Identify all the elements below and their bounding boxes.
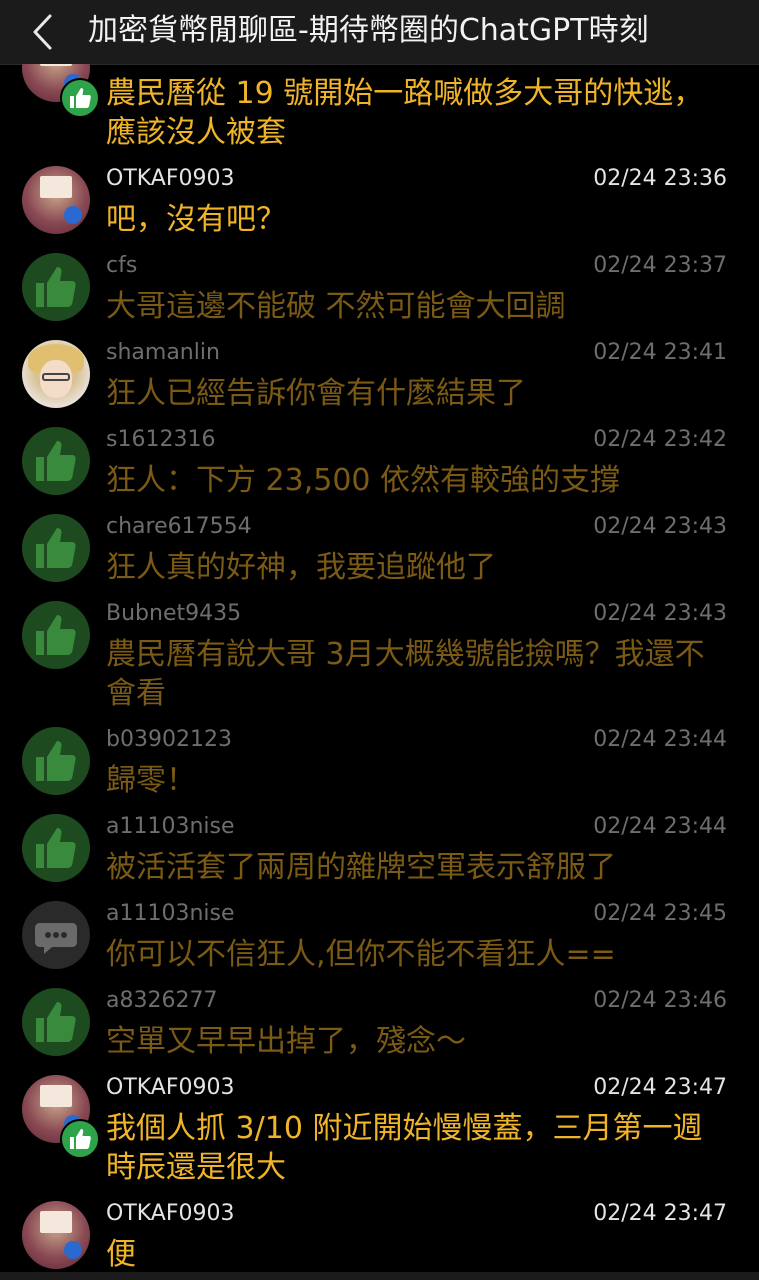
username[interactable]: a11103nise — [106, 814, 235, 840]
timestamp: 02/24 23:45 — [593, 901, 727, 926]
user-avatar[interactable] — [22, 340, 90, 408]
timestamp: 02/24 23:42 — [593, 427, 727, 452]
timestamp: 02/24 23:43 — [593, 514, 727, 539]
user-avatar[interactable] — [22, 1201, 90, 1269]
bottom-edge — [0, 1272, 759, 1280]
back-button[interactable] — [22, 10, 62, 54]
message-item[interactable]: a8326277 02/24 23:46 空單又早早出掉了，殘念～ — [0, 988, 759, 1068]
like-badge-icon — [60, 78, 100, 118]
message-item[interactable]: Bubnet9435 02/24 23:43 農民曆有說大哥 3月大概幾號能撿嗎… — [0, 601, 759, 721]
like-badge-icon — [60, 1119, 100, 1159]
message-text: 你可以不信狂人,但你不能不看狂人== — [106, 937, 616, 972]
message-text: 大哥這邊不能破 不然可能會大回調 — [106, 289, 566, 324]
username[interactable]: s1612316 — [106, 427, 215, 453]
like-icon — [22, 727, 90, 795]
message-item[interactable]: 農民曆從 19 號開始一路喊做多大哥的快逃，應該沒人被套 — [0, 64, 759, 154]
message-item[interactable]: a11103nise 02/24 23:45 你可以不信狂人,但你不能不看狂人=… — [0, 901, 759, 981]
page-title: 加密貨幣閒聊區-期待幣圈的ChatGPT時刻 — [88, 13, 649, 48]
chevron-left-icon — [33, 14, 52, 50]
username[interactable]: OTKAF0903 — [106, 166, 235, 192]
timestamp: 02/24 23:44 — [593, 814, 727, 839]
timestamp: 02/24 23:47 — [593, 1075, 727, 1100]
message-text: 被活活套了兩周的雜牌空軍表示舒服了 — [106, 850, 616, 885]
message-text: 狂人已經告訴你會有什麼結果了 — [106, 376, 526, 411]
message-text: 歸零！ — [106, 763, 196, 798]
message-item[interactable]: b03902123 02/24 23:44 歸零！ — [0, 727, 759, 807]
username[interactable]: Bubnet9435 — [106, 601, 241, 627]
comment-icon — [22, 901, 90, 969]
like-icon — [22, 601, 90, 669]
top-bar: 加密貨幣閒聊區-期待幣圈的ChatGPT時刻 — [0, 0, 759, 65]
message-item[interactable]: cfs 02/24 23:37 大哥這邊不能破 不然可能會大回調 — [0, 253, 759, 333]
message-text: 吧，沒有吧？ — [106, 202, 286, 237]
username[interactable]: b03902123 — [106, 727, 232, 753]
message-item[interactable]: OTKAF0903 02/24 23:36 吧，沒有吧？ — [0, 166, 759, 246]
message-item[interactable]: a11103nise 02/24 23:44 被活活套了兩周的雜牌空軍表示舒服了 — [0, 814, 759, 894]
message-item[interactable]: s1612316 02/24 23:42 狂人：下方 23,500 依然有較強的… — [0, 427, 759, 507]
username[interactable]: cfs — [106, 253, 137, 279]
timestamp: 02/24 23:46 — [593, 988, 727, 1013]
timestamp: 02/24 23:43 — [593, 601, 727, 626]
timestamp: 02/24 23:47 — [593, 1201, 727, 1226]
message-text: 農民曆有說大哥 3月大概幾號能撿嗎？我還不會看 — [106, 637, 705, 711]
message-feed[interactable]: 農民曆從 19 號開始一路喊做多大哥的快逃，應該沒人被套 OTKAF0903 0… — [0, 64, 759, 1272]
like-icon — [22, 253, 90, 321]
message-item[interactable]: OTKAF0903 02/24 23:47 我個人抓 3/10 附近開始慢慢蓋，… — [0, 1075, 759, 1195]
message-text: 空單又早早出掉了，殘念～ — [106, 1024, 466, 1059]
username[interactable]: shamanlin — [106, 340, 220, 366]
message-text: 我個人抓 3/10 附近開始慢慢蓋，三月第一週時辰還是很大 — [106, 1111, 703, 1185]
like-icon — [22, 427, 90, 495]
message-item[interactable]: OTKAF0903 02/24 23:47 便 — [0, 1201, 759, 1272]
like-icon — [22, 514, 90, 582]
message-item[interactable]: shamanlin 02/24 23:41 狂人已經告訴你會有什麼結果了 — [0, 340, 759, 420]
message-text: 便 — [106, 1237, 136, 1272]
message-text: 狂人真的好神，我要追蹤他了 — [106, 550, 496, 585]
user-avatar[interactable] — [22, 166, 90, 234]
timestamp: 02/24 23:41 — [593, 340, 727, 365]
timestamp: 02/24 23:36 — [593, 166, 727, 191]
username[interactable]: OTKAF0903 — [106, 1075, 235, 1101]
timestamp: 02/24 23:37 — [593, 253, 727, 278]
message-item[interactable]: chare617554 02/24 23:43 狂人真的好神，我要追蹤他了 — [0, 514, 759, 594]
username[interactable]: a8326277 — [106, 988, 217, 1014]
timestamp: 02/24 23:44 — [593, 727, 727, 752]
message-text: 狂人：下方 23,500 依然有較強的支撐 — [106, 463, 621, 498]
like-icon — [22, 988, 90, 1056]
like-icon — [22, 814, 90, 882]
message-text: 農民曆從 19 號開始一路喊做多大哥的快逃，應該沒人被套 — [106, 76, 704, 150]
username[interactable]: OTKAF0903 — [106, 1201, 235, 1227]
username[interactable]: chare617554 — [106, 514, 252, 540]
username[interactable]: a11103nise — [106, 901, 235, 927]
